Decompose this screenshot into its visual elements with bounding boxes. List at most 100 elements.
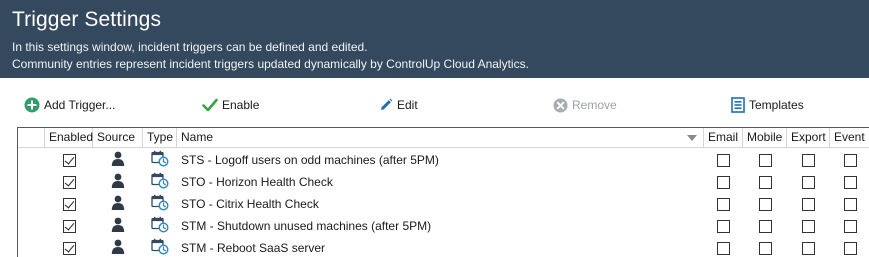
add-circle-icon	[24, 97, 40, 113]
user-icon	[111, 239, 125, 257]
table-row[interactable]: STS - Logoff users on odd machines (afte…	[18, 149, 869, 171]
remove-label: Remove	[572, 98, 617, 112]
templates-label: Templates	[749, 98, 804, 112]
export-cell	[787, 193, 830, 215]
table-row[interactable]: STM - Reboot SaaS server	[18, 237, 869, 257]
table-row[interactable]: STO - Citrix Health Check	[18, 193, 869, 215]
scheduled-trigger-icon	[151, 194, 169, 214]
mobile-cell	[743, 193, 787, 215]
add-trigger-label: Add Trigger...	[44, 98, 116, 112]
event-checkbox[interactable]	[843, 241, 857, 255]
export-checkbox[interactable]	[802, 219, 815, 233]
user-icon	[111, 151, 125, 169]
event-cell	[830, 149, 869, 171]
email-cell	[704, 193, 743, 215]
mobile-checkbox[interactable]	[758, 219, 772, 233]
enabled-checkbox[interactable]	[62, 197, 76, 211]
source-cell	[93, 237, 143, 257]
table-row[interactable]: STO - Horizon Health Check	[18, 171, 869, 193]
source-cell	[93, 193, 143, 215]
enabled-checkbox[interactable]	[62, 175, 76, 189]
event-checkbox[interactable]	[843, 197, 857, 211]
user-icon	[111, 217, 125, 235]
enable-label: Enable	[222, 98, 260, 112]
remove-circle-icon	[553, 97, 568, 113]
enabled-checkbox[interactable]	[62, 241, 76, 255]
export-cell	[787, 149, 830, 171]
scheduled-trigger-icon	[151, 216, 169, 236]
export-cell	[787, 171, 830, 193]
checkmark-icon	[202, 98, 218, 112]
enabled-cell	[45, 171, 93, 193]
type-cell	[143, 193, 177, 215]
column-header-export[interactable]: Export	[787, 128, 830, 147]
column-header-enabled[interactable]: Enabled	[45, 128, 93, 147]
enabled-checkbox[interactable]	[62, 153, 76, 167]
enable-button[interactable]: Enable	[202, 96, 259, 114]
enabled-checkbox[interactable]	[62, 219, 76, 233]
type-cell	[143, 149, 177, 171]
column-header-type[interactable]: Type	[143, 128, 177, 147]
email-checkbox[interactable]	[717, 175, 730, 189]
type-cell	[143, 237, 177, 257]
title-banner: Trigger Settings In this settings window…	[0, 0, 869, 78]
email-cell	[704, 237, 743, 257]
enabled-cell	[45, 149, 93, 171]
mobile-cell	[743, 149, 787, 171]
event-checkbox[interactable]	[843, 153, 857, 167]
scheduled-trigger-icon	[151, 172, 169, 192]
trigger-name: STM - Shutdown unused machines (after 5P…	[181, 219, 432, 233]
email-checkbox[interactable]	[717, 197, 730, 211]
edit-label: Edit	[397, 98, 418, 112]
column-header-event[interactable]: Event	[830, 128, 869, 147]
mobile-checkbox[interactable]	[758, 153, 772, 167]
triggers-table: Enabled Source Type Name Email Mobile Ex…	[17, 127, 869, 257]
page-description-line-1: In this settings window, incident trigge…	[12, 40, 368, 54]
sort-descending-icon	[687, 135, 697, 141]
page-title: Trigger Settings	[12, 8, 162, 31]
header-spacer	[18, 128, 45, 147]
email-checkbox[interactable]	[717, 219, 730, 233]
source-cell	[93, 171, 143, 193]
event-checkbox[interactable]	[843, 219, 857, 233]
type-cell	[143, 215, 177, 237]
enabled-cell	[45, 193, 93, 215]
email-checkbox[interactable]	[717, 153, 730, 167]
table-row[interactable]: STM - Shutdown unused machines (after 5P…	[18, 215, 869, 237]
export-cell	[787, 237, 830, 257]
trigger-name: STO - Citrix Health Check	[181, 197, 319, 211]
event-checkbox[interactable]	[843, 175, 857, 189]
column-header-source[interactable]: Source	[93, 128, 143, 147]
event-cell	[830, 171, 869, 193]
enabled-cell	[45, 215, 93, 237]
export-checkbox[interactable]	[802, 175, 815, 189]
export-cell	[787, 215, 830, 237]
email-checkbox[interactable]	[717, 241, 730, 255]
column-header-email[interactable]: Email	[704, 128, 743, 147]
page-description-line-2: Community entries represent incident tri…	[12, 57, 529, 71]
email-cell	[704, 149, 743, 171]
templates-icon	[731, 97, 745, 113]
column-header-name[interactable]: Name	[177, 128, 704, 147]
add-trigger-button[interactable]: Add Trigger...	[24, 96, 115, 114]
export-checkbox[interactable]	[802, 241, 815, 255]
enabled-cell	[45, 237, 93, 257]
user-icon	[111, 173, 125, 191]
trigger-name: STO - Horizon Health Check	[181, 175, 333, 189]
export-checkbox[interactable]	[802, 153, 815, 167]
column-header-mobile[interactable]: Mobile	[743, 128, 787, 147]
toolbar: Add Trigger... Enable Edit Remove Templa…	[0, 92, 869, 118]
mobile-checkbox[interactable]	[758, 241, 772, 255]
remove-button[interactable]: Remove	[553, 96, 617, 114]
mobile-cell	[743, 237, 787, 257]
user-icon	[111, 195, 125, 213]
source-cell	[93, 149, 143, 171]
source-cell	[93, 215, 143, 237]
templates-button[interactable]: Templates	[731, 96, 804, 114]
mobile-checkbox[interactable]	[758, 175, 772, 189]
export-checkbox[interactable]	[802, 197, 815, 211]
column-header-name-label: Name	[181, 130, 214, 144]
pencil-icon	[381, 98, 393, 110]
edit-button[interactable]: Edit	[379, 96, 418, 114]
mobile-checkbox[interactable]	[758, 197, 772, 211]
